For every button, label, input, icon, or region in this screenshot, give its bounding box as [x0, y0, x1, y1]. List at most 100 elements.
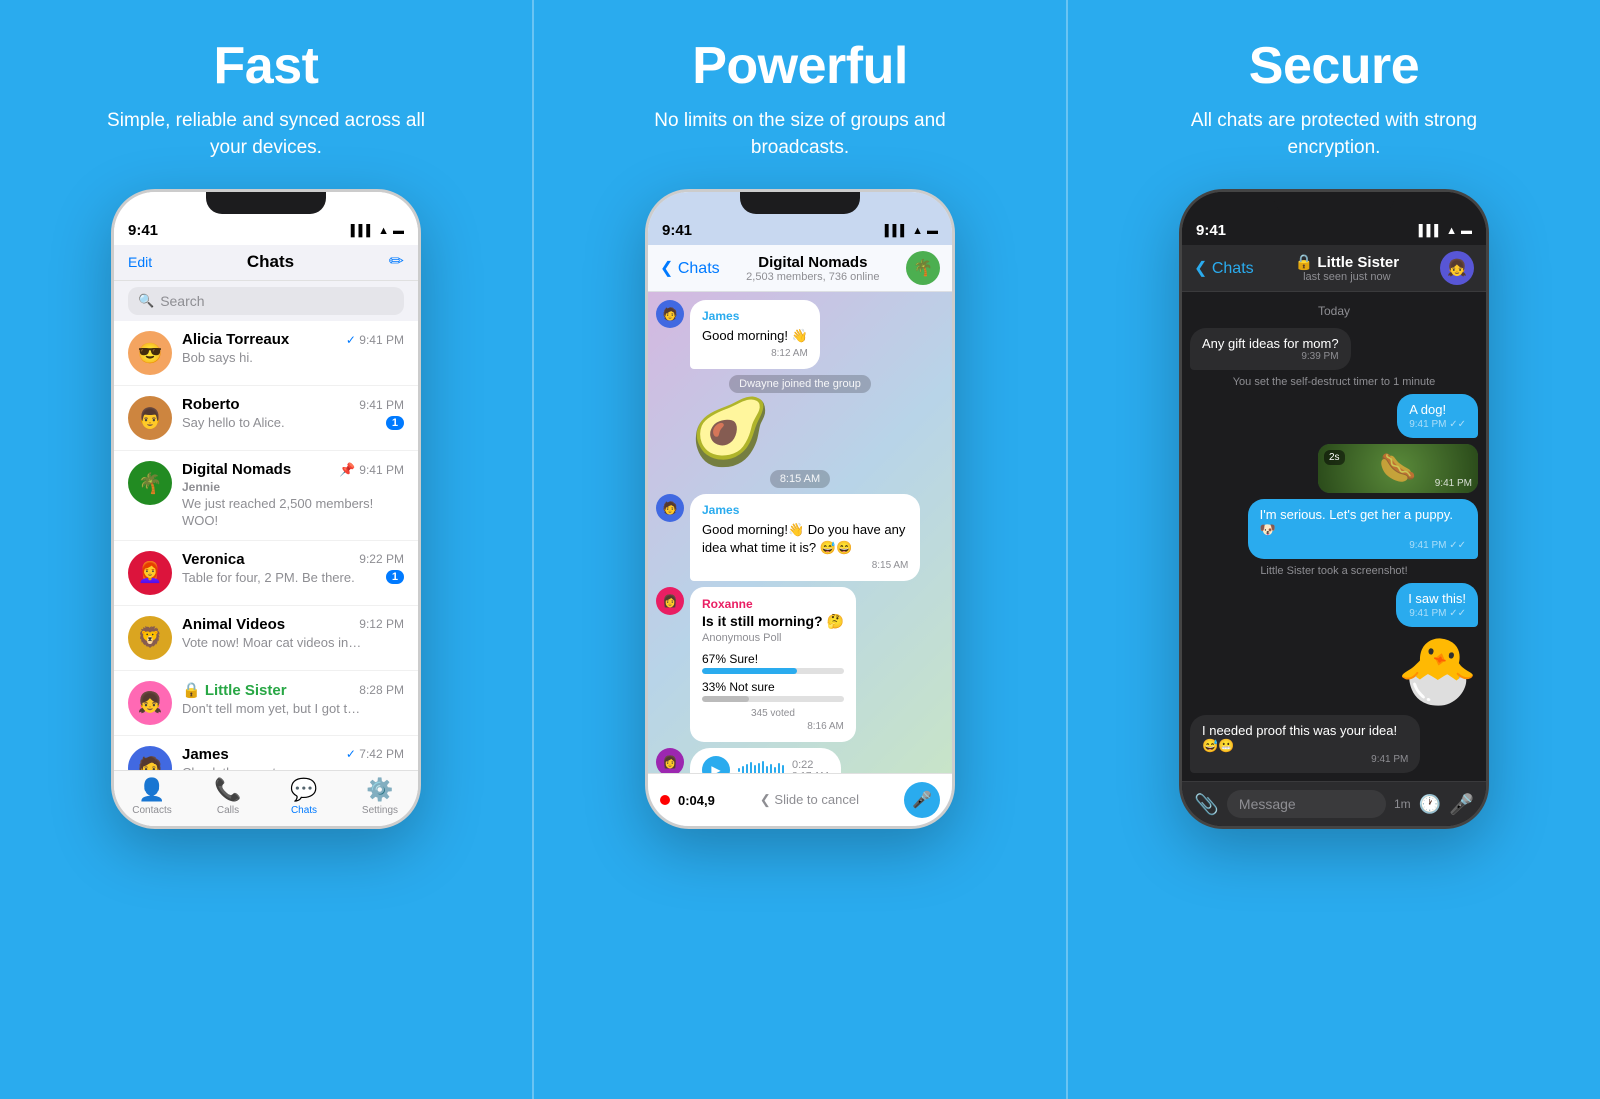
chat-content-alicia: Alicia Torreaux ✓ 9:41 PM Bob says hi.: [182, 331, 404, 365]
secret-header: ❮ Chats 🔒 Little Sister last seen just n…: [1182, 245, 1486, 292]
phone-group-inner: 9:41 ▌▌▌ ▲ ▬ ❮ Chats Digital Nomads 2,50…: [648, 192, 952, 826]
phone-secret: 9:41 ▌▌▌ ▲ ▬ ❮ Chats 🔒 Little Sister las…: [1179, 189, 1489, 829]
msg-gift-ideas: Any gift ideas for mom? 9:39 PM: [1190, 328, 1351, 370]
poll-sender: Roxanne: [702, 597, 844, 611]
chat-content-veronica: Veronica 9:22 PM Table for four, 2 PM. B…: [182, 551, 404, 585]
notch-2: [740, 192, 860, 214]
video-content: 🌭: [1379, 451, 1416, 486]
msg-a-dog: A dog! 9:41 PM ✓✓: [1397, 394, 1478, 438]
chat-time-veronica: 9:22 PM: [359, 552, 404, 566]
attach-button[interactable]: 📎: [1194, 792, 1219, 817]
badge-veronica: 1: [386, 570, 404, 584]
chat-item-alicia[interactable]: 😎 Alicia Torreaux ✓ 9:41 PM Bob says hi.: [114, 321, 418, 386]
compose-button[interactable]: ✏: [389, 251, 404, 272]
back-button-secret[interactable]: ❮ Chats: [1194, 258, 1254, 278]
poll-card[interactable]: Roxanne Is it still morning? 🤔 Anonymous…: [690, 587, 856, 742]
panel-subtitle-powerful: No limits on the size of groups and broa…: [630, 108, 970, 161]
chat-item-veronica[interactable]: 👩‍🦰 Veronica 9:22 PM Table for four, 2 P…: [114, 541, 418, 606]
panel-subtitle-secure: All chats are protected with strong encr…: [1164, 108, 1504, 161]
tab-label-contacts: Contacts: [132, 805, 171, 816]
msg-time-gift: 9:39 PM: [1202, 351, 1339, 362]
chat-preview-roberto: Say hello to Alice.: [182, 415, 285, 430]
msg-time-james-morning: 8:12 AM: [702, 347, 808, 361]
msg-james-morning: 🧑 James Good morning! 👋 8:12 AM: [656, 300, 944, 369]
status-icons-1: ▌▌▌ ▲ ▬: [351, 225, 404, 237]
phone-secret-inner: 9:41 ▌▌▌ ▲ ▬ ❮ Chats 🔒 Little Sister las…: [1182, 192, 1486, 826]
chat-name-alicia: Alicia Torreaux: [182, 331, 289, 348]
chat-time-animals: 9:12 PM: [359, 617, 404, 631]
waveform: [738, 760, 784, 773]
poll-bar-notsure: [702, 696, 749, 702]
tab-label-chats: Chats: [291, 805, 317, 816]
poll-option-notsure: 33% Not sure: [702, 680, 844, 702]
sticker-emoji: 🥑: [690, 399, 771, 464]
msg-time-proof: 9:41 PM: [1202, 754, 1408, 765]
msg-proof: I needed proof this was your idea! 😅😬 9:…: [1190, 715, 1420, 773]
group-header: ❮ Chats Digital Nomads 2,503 members, 73…: [648, 245, 952, 292]
panel-secure: Secure All chats are protected with stro…: [1066, 0, 1600, 1099]
group-name: Digital Nomads: [728, 254, 898, 271]
msg-james-question: 🧑 James Good morning!👋 Do you have any i…: [656, 494, 944, 581]
chat-content-sister: 🔒 Little Sister 8:28 PM Don't tell mom y…: [182, 681, 404, 716]
chat-content-animals: Animal Videos 9:12 PM Vote now! Moar cat…: [182, 616, 404, 650]
chat-preview-sister: Don't tell mom yet, but I got the job! I…: [182, 701, 362, 716]
tab-calls[interactable]: 📞 Calls: [190, 777, 266, 816]
chats-tab-icon: 💬: [290, 777, 317, 803]
chat-time-james: ✓ 7:42 PM: [346, 747, 404, 761]
tab-contacts[interactable]: 👤 Contacts: [114, 777, 190, 816]
system-self-destruct: You set the self-destruct timer to 1 min…: [1233, 376, 1436, 388]
poll-type: Anonymous Poll: [702, 632, 844, 644]
battery-icon-3: ▬: [1461, 225, 1472, 237]
sticker-chick: 🐣: [1397, 633, 1478, 709]
msg-sender-james: James: [702, 308, 808, 325]
message-input[interactable]: Message: [1227, 790, 1386, 818]
edit-button[interactable]: Edit: [128, 254, 152, 270]
search-input[interactable]: 🔍 Search: [128, 287, 404, 315]
msg-avatar-emma: 👩: [656, 748, 684, 773]
msg-time-james-q: 8:15 AM: [702, 559, 908, 573]
wave-8: [766, 766, 768, 773]
chat-name-james: James: [182, 746, 229, 763]
poll-time: 8:16 AM: [702, 721, 844, 732]
panel-powerful: Powerful No limits on the size of groups…: [532, 0, 1066, 1099]
tab-settings[interactable]: ⚙️ Settings: [342, 777, 418, 816]
tab-chats[interactable]: 💬 Chats: [266, 777, 342, 816]
chat-item-sister[interactable]: 👧 🔒 Little Sister 8:28 PM Don't tell mom…: [114, 671, 418, 736]
chat-name-veronica: Veronica: [182, 551, 245, 568]
day-label: Today: [1190, 304, 1478, 318]
voice-message[interactable]: ▶: [690, 748, 841, 773]
mic-button-secret[interactable]: 🎤: [1449, 792, 1474, 817]
chat-item-roberto[interactable]: 👨 Roberto 9:41 PM Say hello to Alice. 1: [114, 386, 418, 451]
group-sub: 2,503 members, 736 online: [728, 271, 898, 283]
search-placeholder: Search: [160, 293, 204, 309]
signal-icon-2: ▌▌▌: [885, 225, 908, 237]
back-button-group[interactable]: ❮ Chats: [660, 258, 720, 278]
panel-subtitle-fast: Simple, reliable and synced across all y…: [96, 108, 436, 161]
wave-2: [742, 766, 744, 773]
pin-icon: 📌: [339, 462, 355, 478]
chat-item-animals[interactable]: 🦁 Animal Videos 9:12 PM Vote now! Moar c…: [114, 606, 418, 671]
wifi-icon-3: ▲: [1446, 225, 1457, 237]
poll-option-label-notsure: 33% Not sure: [702, 680, 844, 694]
chat-time-nomads: 9:41 PM: [359, 463, 404, 477]
phone-chats: 9:41 ▌▌▌ ▲ ▬ Edit Chats ✏ 🔍 Search: [111, 189, 421, 829]
chat-preview-veronica: Table for four, 2 PM. Be there.: [182, 570, 355, 585]
bubble-james-morning: James Good morning! 👋 8:12 AM: [690, 300, 820, 369]
chat-name-sister: 🔒 Little Sister: [182, 681, 287, 699]
wave-6: [758, 763, 760, 773]
notch-3: [1274, 192, 1394, 214]
panel-title-secure: Secure: [1249, 36, 1419, 96]
chat-time-alicia: ✓ 9:41 PM: [346, 333, 404, 347]
signal-icon: ▌▌▌: [351, 225, 374, 237]
poll-bar-sure: [702, 668, 797, 674]
avatar-veronica: 👩‍🦰: [128, 551, 172, 595]
tab-label-calls: Calls: [217, 805, 239, 816]
chats-title: Chats: [247, 252, 294, 272]
chat-content-nomads: Digital Nomads 📌 9:41 PM Jennie We just …: [182, 461, 404, 529]
chat-item-nomads[interactable]: 🌴 Digital Nomads 📌 9:41 PM Jennie: [114, 451, 418, 540]
play-button[interactable]: ▶: [702, 756, 730, 773]
video-message[interactable]: 🌭 2s ▶ 9:41 PM: [1318, 444, 1478, 493]
mic-button[interactable]: 🎤: [904, 782, 940, 818]
voice-duration: 0:22: [792, 759, 829, 771]
chat-item-james[interactable]: 🧑 James ✓ 7:42 PM Check these out: [114, 736, 418, 771]
